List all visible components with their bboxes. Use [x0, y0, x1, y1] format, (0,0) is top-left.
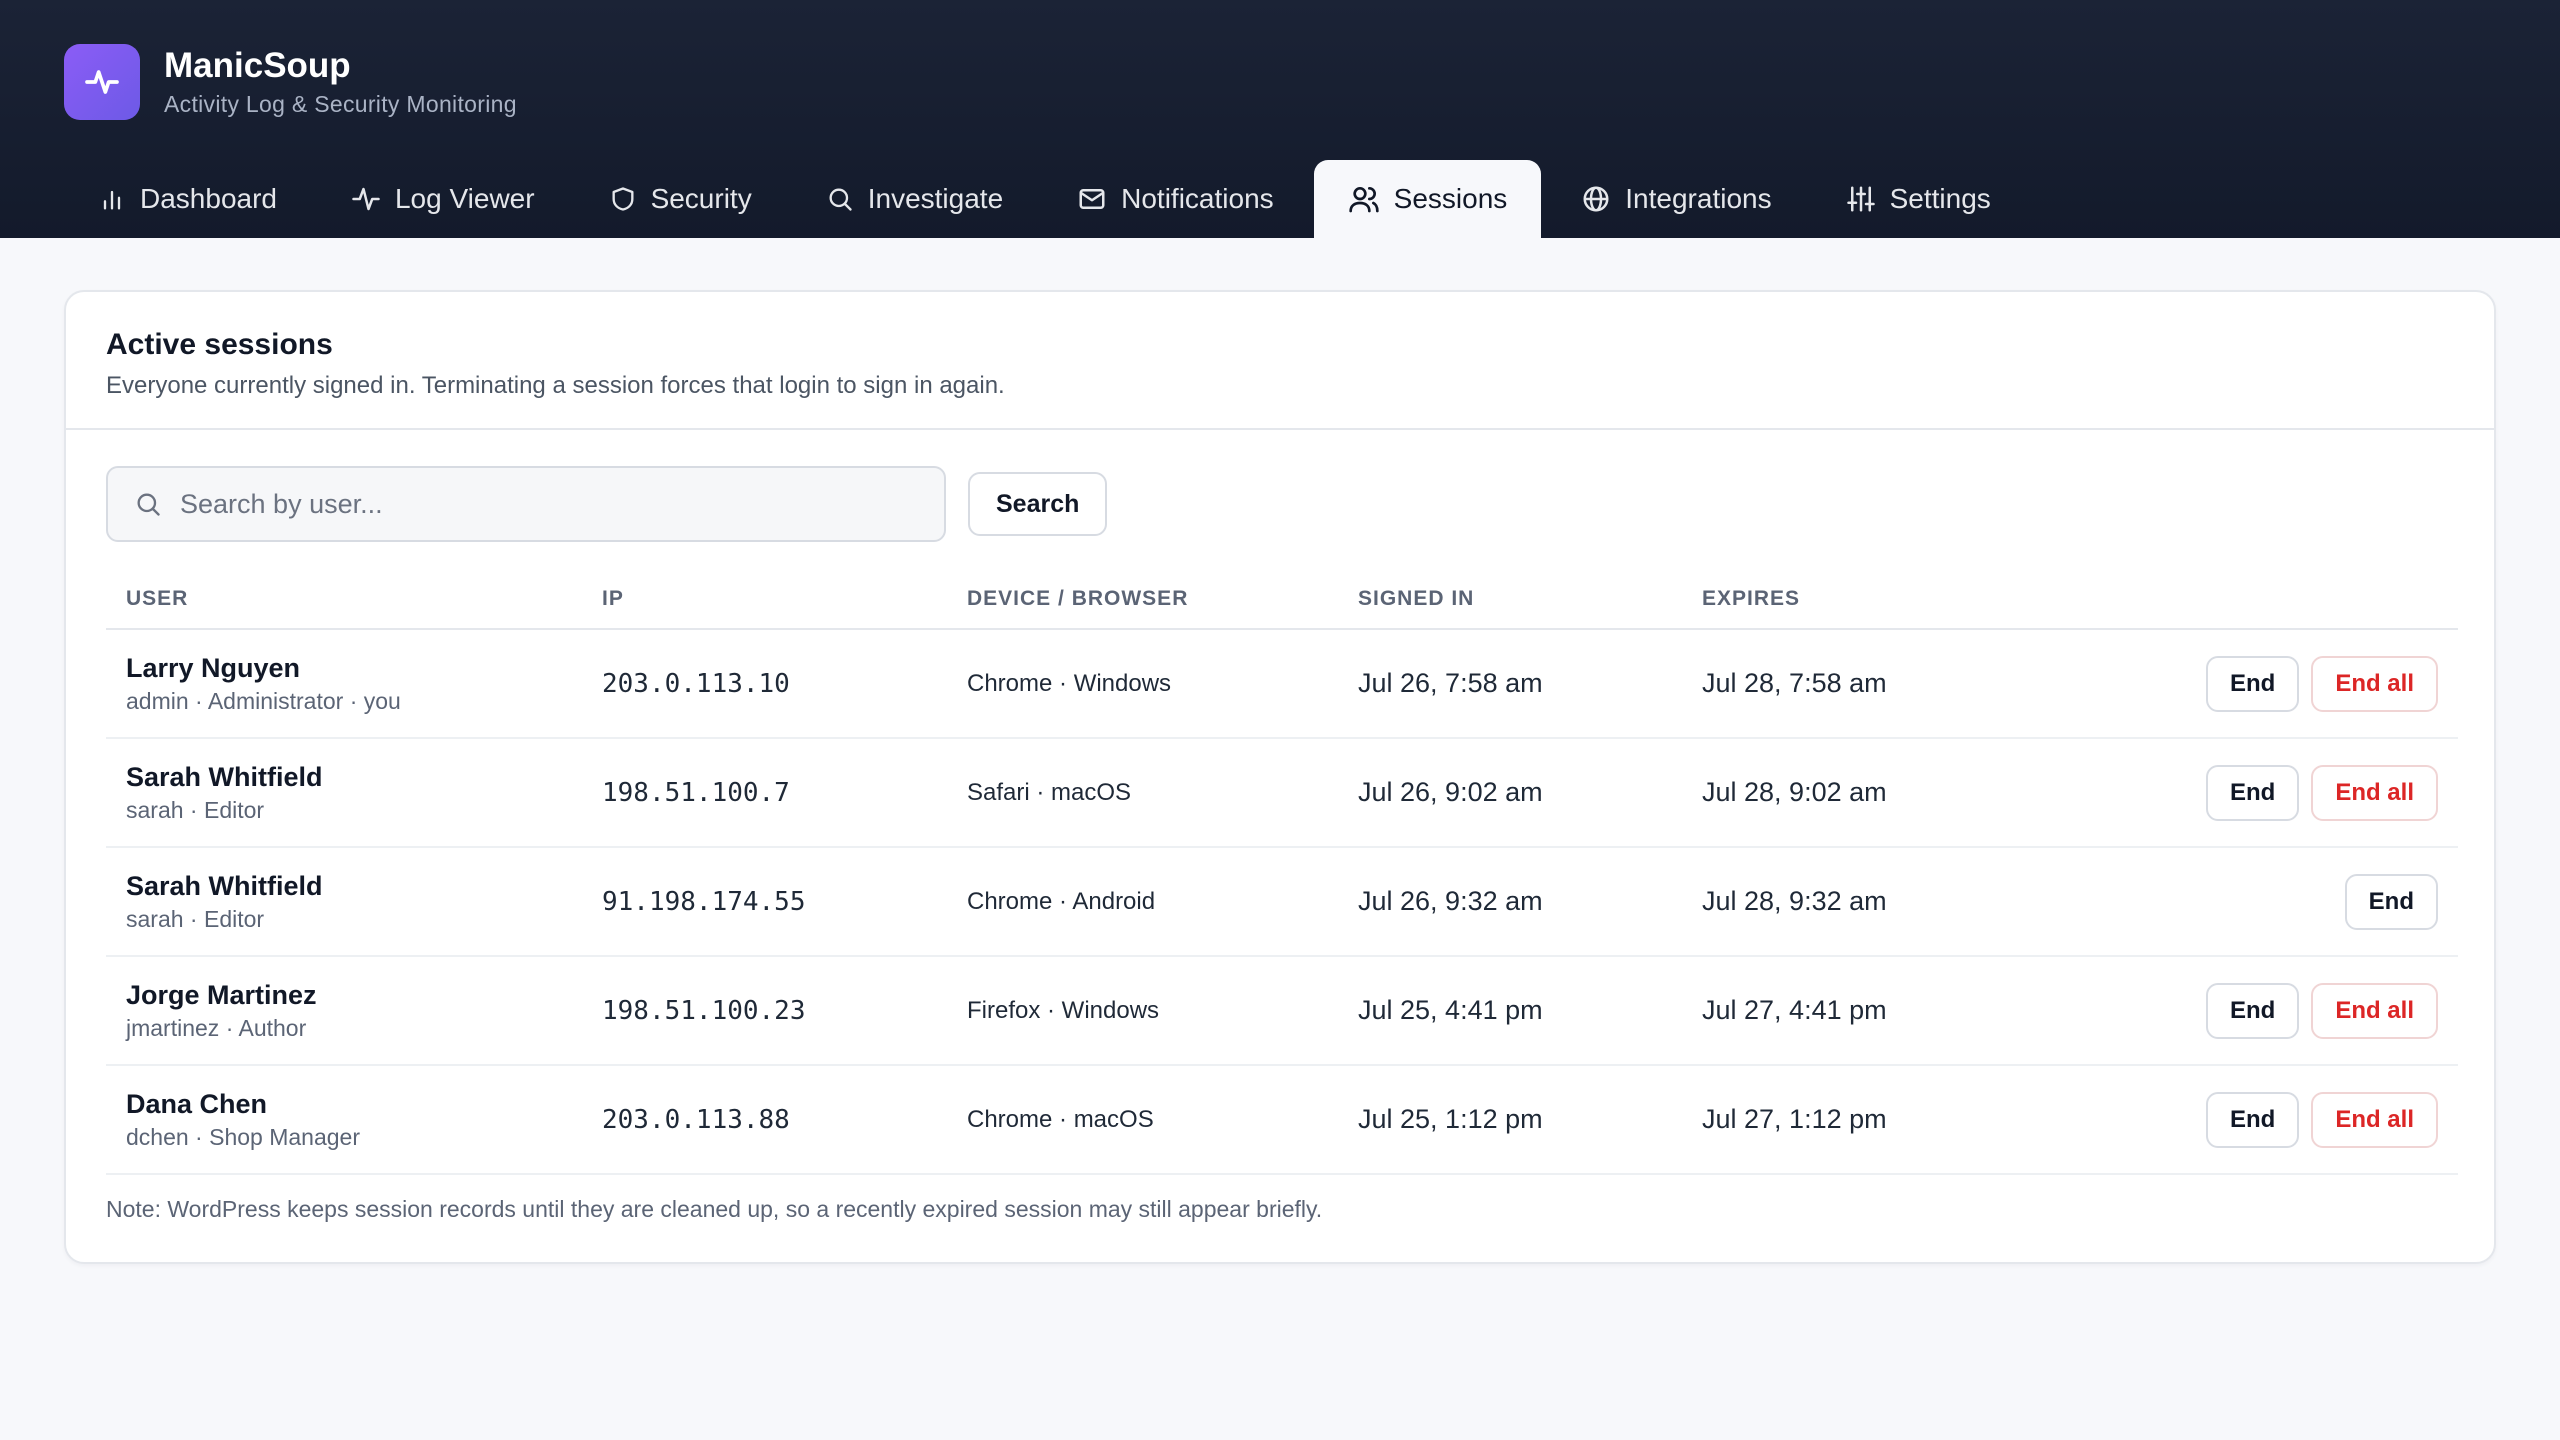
session-signed-in: Jul 26, 9:32 am: [1358, 886, 1543, 916]
session-device: Chrome · Android: [967, 887, 1156, 915]
globe-icon: [1583, 186, 1609, 212]
tab-label: Log Viewer: [394, 183, 535, 214]
tab-settings[interactable]: Settings: [1812, 160, 2025, 238]
session-device: Safari · macOS: [967, 778, 1132, 806]
card-title: Active sessions: [106, 328, 333, 361]
tab-label: Integrations: [1625, 183, 1772, 214]
col-ip: IP: [602, 587, 624, 610]
pulse-icon: [64, 44, 140, 120]
end-all-sessions-button[interactable]: End all: [2311, 764, 2438, 821]
user-meta: sarah · Editor: [126, 797, 265, 823]
session-expires: Jul 28, 9:02 am: [1702, 777, 1887, 807]
session-ip: 198.51.100.7: [602, 777, 790, 808]
col-device: DEVICE / BROWSER: [967, 587, 1189, 610]
search-input[interactable]: [180, 488, 940, 520]
tab-label: Investigate: [867, 183, 1004, 214]
session-ip: 203.0.113.88: [602, 1104, 790, 1135]
user-name: Jorge Martinez: [126, 980, 317, 1010]
tab-log-viewer[interactable]: Log Viewer: [317, 160, 569, 238]
search-icon: [829, 188, 852, 211]
user-meta: jmartinez · Author: [126, 1015, 307, 1041]
tab-notifications[interactable]: Notifications: [1043, 160, 1308, 238]
tab-label: Security: [650, 183, 752, 214]
sliders-icon: [1846, 186, 1875, 212]
users-icon: [1348, 187, 1379, 213]
end-session-button[interactable]: End: [2344, 873, 2438, 930]
mail-icon: [1079, 189, 1105, 209]
tab-sessions[interactable]: Sessions: [1313, 160, 1542, 238]
user-meta: sarah · Editor: [126, 906, 265, 932]
tab-investigate[interactable]: Investigate: [792, 160, 1037, 238]
table-row: Dana Chen dchen · Shop Manager 203.0.113…: [106, 1066, 2458, 1175]
user-name: Larry Nguyen: [126, 653, 301, 683]
app-subtitle: Activity Log & Security Monitoring: [164, 91, 517, 117]
table-header: USER IP DEVICE / BROWSER SIGNED IN EXPIR…: [106, 570, 2458, 630]
user-name: Sarah Whitfield: [126, 762, 323, 792]
tab-integrations[interactable]: Integrations: [1547, 160, 1805, 238]
search-icon: [137, 493, 160, 516]
session-signed-in: Jul 26, 7:58 am: [1358, 668, 1543, 698]
table-row: Sarah Whitfield sarah · Editor 91.198.17…: [106, 848, 2458, 957]
tab-label: Sessions: [1393, 183, 1508, 214]
card-description: Everyone currently signed in. Terminatin…: [106, 372, 1005, 399]
end-session-button[interactable]: End: [2205, 764, 2300, 821]
session-signed-in: Jul 26, 9:02 am: [1358, 777, 1543, 807]
card-header: Active sessions Everyone currently signe…: [66, 292, 2494, 430]
session-ip: 91.198.174.55: [602, 886, 806, 917]
sessions-card: Active sessions Everyone currently signe…: [64, 290, 2496, 1264]
tab-dashboard[interactable]: Dashboard: [64, 160, 311, 238]
brand: ManicSoup Activity Log & Security Monito…: [64, 44, 517, 120]
search-row: Search: [106, 466, 1108, 542]
footer-note: Note: WordPress keeps session records un…: [106, 1196, 1323, 1222]
session-device: Chrome · Windows: [967, 669, 1172, 697]
tab-label: Settings: [1889, 183, 1991, 214]
shield-icon: [612, 187, 634, 211]
main-tabs: Dashboard Log Viewer Security Investigat…: [64, 160, 2031, 238]
session-device: Firefox · Windows: [967, 996, 1160, 1024]
tab-label: Notifications: [1121, 183, 1274, 214]
tab-label: Dashboard: [140, 183, 277, 214]
tab-security[interactable]: Security: [575, 160, 786, 238]
bar-chart-icon: [103, 190, 121, 210]
session-device: Chrome · macOS: [967, 1105, 1154, 1133]
user-meta: dchen · Shop Manager: [126, 1124, 360, 1150]
session-expires: Jul 27, 4:41 pm: [1702, 995, 1887, 1025]
col-expires: EXPIRES: [1702, 587, 1801, 610]
search-button[interactable]: Search: [968, 472, 1108, 536]
session-expires: Jul 27, 1:12 pm: [1702, 1104, 1887, 1134]
search-box[interactable]: [106, 466, 946, 542]
end-session-button[interactable]: End: [2205, 982, 2300, 1039]
table-row: Sarah Whitfield sarah · Editor 198.51.10…: [106, 739, 2458, 848]
end-all-sessions-button[interactable]: End all: [2311, 655, 2438, 712]
sessions-table: USER IP DEVICE / BROWSER SIGNED IN EXPIR…: [106, 570, 2458, 1175]
table-row: Jorge Martinez jmartinez · Author 198.51…: [106, 957, 2458, 1066]
end-session-button[interactable]: End: [2205, 655, 2300, 712]
end-all-sessions-button[interactable]: End all: [2311, 1091, 2438, 1148]
col-user: USER: [126, 587, 189, 610]
user-name: Dana Chen: [126, 1089, 268, 1119]
user-name: Sarah Whitfield: [126, 871, 323, 901]
app-name: ManicSoup: [164, 46, 351, 85]
table-row: Larry Nguyen admin · Administrator · you…: [106, 630, 2458, 739]
session-expires: Jul 28, 9:32 am: [1702, 886, 1887, 916]
session-ip: 198.51.100.23: [602, 995, 806, 1026]
user-meta: admin · Administrator · you: [126, 688, 401, 714]
session-expires: Jul 28, 7:58 am: [1702, 668, 1887, 698]
session-signed-in: Jul 25, 4:41 pm: [1358, 995, 1543, 1025]
session-ip: 203.0.113.10: [602, 668, 790, 699]
app-header: ManicSoup Activity Log & Security Monito…: [0, 0, 2560, 238]
session-signed-in: Jul 25, 1:12 pm: [1358, 1104, 1543, 1134]
end-all-sessions-button[interactable]: End all: [2311, 982, 2438, 1039]
pulse-icon: [352, 187, 380, 211]
end-session-button[interactable]: End: [2205, 1091, 2300, 1148]
col-signed-in: SIGNED IN: [1358, 587, 1475, 610]
